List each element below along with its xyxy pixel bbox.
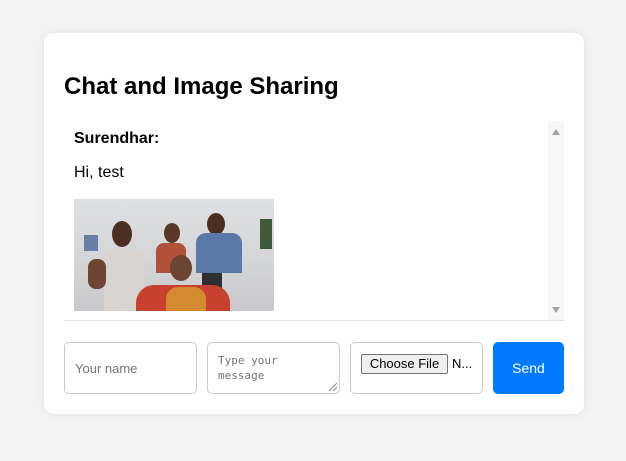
resize-grip-icon[interactable]: [329, 383, 337, 391]
chat-scrollbar[interactable]: [548, 121, 564, 320]
file-input[interactable]: Choose File N...: [350, 342, 483, 394]
scroll-down-arrow-icon[interactable]: [552, 307, 560, 313]
shared-image: [74, 199, 274, 311]
scroll-up-arrow-icon[interactable]: [552, 129, 560, 135]
message-sender: Surendhar:: [74, 130, 160, 147]
message-input[interactable]: [207, 342, 340, 394]
chat-box[interactable]: Surendhar: Hi, test: [64, 121, 564, 321]
chat-message: Surendhar: Hi, test: [74, 130, 544, 311]
file-status: N...: [452, 356, 473, 371]
chat-form: Choose File N... Send: [64, 342, 564, 394]
send-button[interactable]: Send: [493, 342, 564, 394]
choose-file-button[interactable]: Choose File: [361, 354, 448, 374]
chat-card: Chat and Image Sharing Surendhar: Hi, te…: [44, 33, 584, 414]
name-input[interactable]: [64, 342, 197, 394]
page-title: Chat and Image Sharing: [64, 73, 339, 100]
message-text: Hi, test: [74, 164, 124, 181]
